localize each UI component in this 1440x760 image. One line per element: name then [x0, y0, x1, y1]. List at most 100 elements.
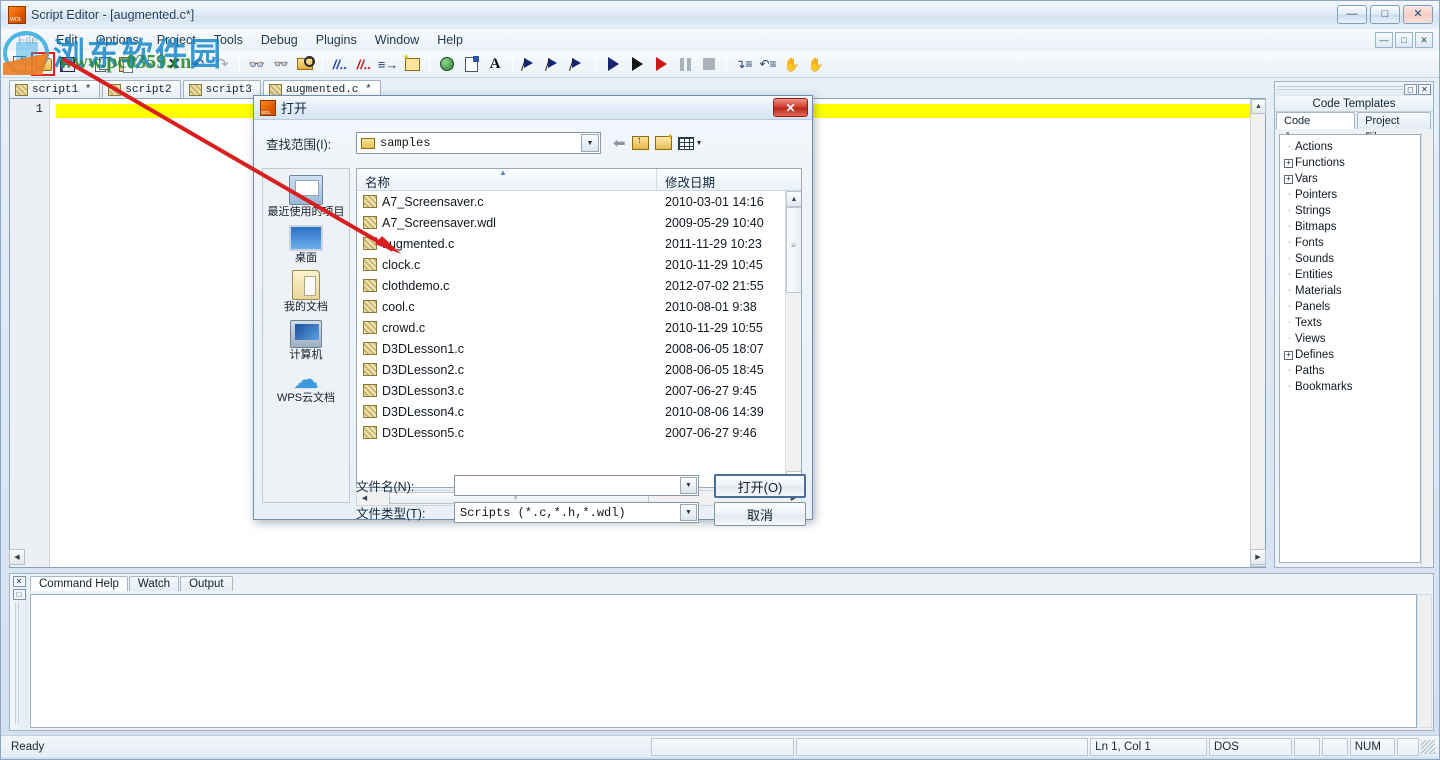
hand-icon[interactable]: ✋: [781, 53, 803, 75]
tree-item-bitmaps[interactable]: ‧ Bitmaps: [1284, 219, 1420, 235]
tree-item-fonts[interactable]: ‧ Fonts: [1284, 235, 1420, 251]
place-my-documents[interactable]: 我的文档: [264, 270, 348, 314]
file-row[interactable]: crowd.c 2010-11-29 10:55: [357, 317, 801, 338]
file-row[interactable]: clock.c 2010-11-29 10:45: [357, 254, 801, 275]
pause-icon[interactable]: [674, 53, 696, 75]
chevron-down-icon[interactable]: ▼: [581, 134, 599, 152]
panel-float-button[interactable]: ◻: [1404, 83, 1417, 95]
find-icon[interactable]: 👓: [246, 53, 268, 75]
copy-icon[interactable]: [91, 53, 113, 75]
tab-code-jumper[interactable]: Code Jumper: [1276, 112, 1356, 143]
tree-item-bookmarks[interactable]: ‧ Bookmarks: [1284, 379, 1420, 395]
place-desktop[interactable]: 桌面: [264, 224, 348, 265]
file-row[interactable]: D3DLesson2.c 2008-06-05 18:45: [357, 359, 801, 380]
scroll-up-arrow[interactable]: ▲: [1251, 99, 1266, 114]
panel-close-button[interactable]: ✕: [1418, 83, 1431, 95]
doc-tab-script3[interactable]: script3: [182, 80, 261, 99]
file-row[interactable]: augmented.c 2011-11-29 10:23: [357, 233, 801, 254]
paste-icon[interactable]: [115, 53, 137, 75]
tree-item-actions[interactable]: ‧ Actions: [1284, 139, 1420, 155]
tree-item-functions[interactable]: + Functions: [1284, 155, 1420, 171]
menu-item-edit[interactable]: Edit: [47, 31, 87, 49]
cut-icon[interactable]: ✂: [139, 53, 161, 75]
tab-project-files[interactable]: Project Files: [1357, 112, 1431, 143]
new-template-icon[interactable]: [401, 53, 423, 75]
font-icon[interactable]: A: [484, 53, 506, 75]
tree-item-vars[interactable]: + Vars: [1284, 171, 1420, 187]
bookmark-prev-icon[interactable]: [567, 53, 589, 75]
minimize-button[interactable]: —: [1337, 5, 1367, 24]
panel-scrollbar[interactable]: [1421, 132, 1433, 567]
back-icon[interactable]: ⬅: [613, 134, 626, 152]
bottom-pane-scrollbar[interactable]: [1417, 594, 1432, 728]
bookmark-next-icon[interactable]: [543, 53, 565, 75]
file-row[interactable]: A7_Screensaver.wdl 2009-05-29 10:40: [357, 212, 801, 233]
menu-item-plugins[interactable]: Plugins: [307, 31, 366, 49]
doc-tab-script1[interactable]: script1 *: [9, 80, 101, 99]
tree-item-panels[interactable]: ‧ Panels: [1284, 299, 1420, 315]
indent-icon[interactable]: ≡→: [377, 53, 399, 75]
menu-item-window[interactable]: Window: [366, 31, 428, 49]
tree-item-texts[interactable]: ‧ Texts: [1284, 315, 1420, 331]
column-header-date[interactable]: 修改日期: [657, 169, 715, 190]
command-help-pane[interactable]: [30, 594, 1417, 728]
dialog-close-button[interactable]: ✕: [773, 98, 808, 117]
chevron-down-icon[interactable]: ▼: [696, 140, 703, 147]
place-recent-items[interactable]: 最近使用的项目: [264, 175, 348, 219]
open-button[interactable]: 打开(O): [714, 474, 806, 498]
menu-item-file[interactable]: File: [9, 31, 47, 49]
scroll-right-arrow[interactable]: ▶: [1250, 549, 1266, 565]
bookmark-toggle-icon[interactable]: [519, 53, 541, 75]
close-button[interactable]: ✕: [1403, 5, 1433, 24]
bottom-dock-grip[interactable]: [15, 602, 20, 724]
mdi-restore-button[interactable]: □: [1395, 32, 1413, 48]
tab-command-help[interactable]: Command Help: [30, 576, 128, 591]
chevron-down-icon[interactable]: ▼: [680, 477, 697, 494]
file-row[interactable]: D3DLesson4.c 2010-08-06 14:39: [357, 401, 801, 422]
tree-item-materials[interactable]: ‧ Materials: [1284, 283, 1420, 299]
mdi-minimize-button[interactable]: —: [1375, 32, 1393, 48]
run-icon[interactable]: [602, 53, 624, 75]
scrollbar-thumb[interactable]: [786, 207, 801, 293]
properties-icon[interactable]: [460, 53, 482, 75]
bottom-dock-close-button[interactable]: ✕: [12, 576, 26, 587]
hand-disabled-icon[interactable]: ✋: [805, 53, 827, 75]
expand-icon[interactable]: +: [1284, 158, 1293, 168]
bottom-dock-float-button[interactable]: □: [12, 589, 26, 600]
web-icon[interactable]: [436, 53, 458, 75]
expand-icon[interactable]: +: [1284, 350, 1293, 360]
code-jumper-tree[interactable]: ‧ Actions + Functions + Vars ‧ Pointers ‧ Str…: [1279, 134, 1421, 563]
scroll-left-arrow[interactable]: ◀: [9, 549, 25, 565]
chevron-down-icon[interactable]: ▼: [680, 504, 697, 521]
file-row[interactable]: A7_Screensaver.c 2010-03-01 14:16: [357, 191, 801, 212]
tree-item-sounds[interactable]: ‧ Sounds: [1284, 251, 1420, 267]
menu-item-tools[interactable]: Tools: [205, 31, 252, 49]
tree-item-entities[interactable]: ‧ Entities: [1284, 267, 1420, 283]
find-in-files-icon[interactable]: [294, 53, 316, 75]
place-wps-cloud[interactable]: ☁ WPS云文档: [264, 366, 348, 405]
redo-icon[interactable]: ↷: [211, 53, 233, 75]
uncomment-icon[interactable]: //..: [353, 53, 375, 75]
comment-icon[interactable]: //..: [329, 53, 351, 75]
tree-item-defines[interactable]: + Defines: [1284, 347, 1420, 363]
file-row[interactable]: D3DLesson1.c 2008-06-05 18:07: [357, 338, 801, 359]
scroll-up-arrow[interactable]: ▲: [786, 191, 801, 207]
views-icon[interactable]: ▼: [677, 136, 703, 150]
delete-icon[interactable]: ✕: [163, 53, 185, 75]
file-type-combobox[interactable]: Scripts (*.c,*.h,*.wdl) ▼: [454, 502, 699, 523]
editor-vertical-scrollbar[interactable]: ▲ ▼: [1250, 99, 1266, 567]
panel-grip[interactable]: ◻ ✕: [1275, 82, 1433, 96]
tree-item-strings[interactable]: ‧ Strings: [1284, 203, 1420, 219]
tree-item-pointers[interactable]: ‧ Pointers: [1284, 187, 1420, 203]
stop-icon[interactable]: [698, 53, 720, 75]
undo-icon[interactable]: ↶: [187, 53, 209, 75]
tab-output[interactable]: Output: [180, 576, 233, 591]
tab-watch[interactable]: Watch: [128, 576, 180, 591]
save-file-icon[interactable]: [56, 53, 78, 75]
file-row[interactable]: D3DLesson3.c 2007-06-27 9:45: [357, 380, 801, 401]
new-file-icon[interactable]: [8, 53, 30, 75]
file-row[interactable]: cool.c 2010-08-01 9:38: [357, 296, 801, 317]
expand-icon[interactable]: +: [1284, 174, 1293, 184]
open-file-icon[interactable]: [31, 52, 55, 76]
editor-horizontal-scrollbar[interactable]: ◀ ▶: [9, 549, 1266, 566]
